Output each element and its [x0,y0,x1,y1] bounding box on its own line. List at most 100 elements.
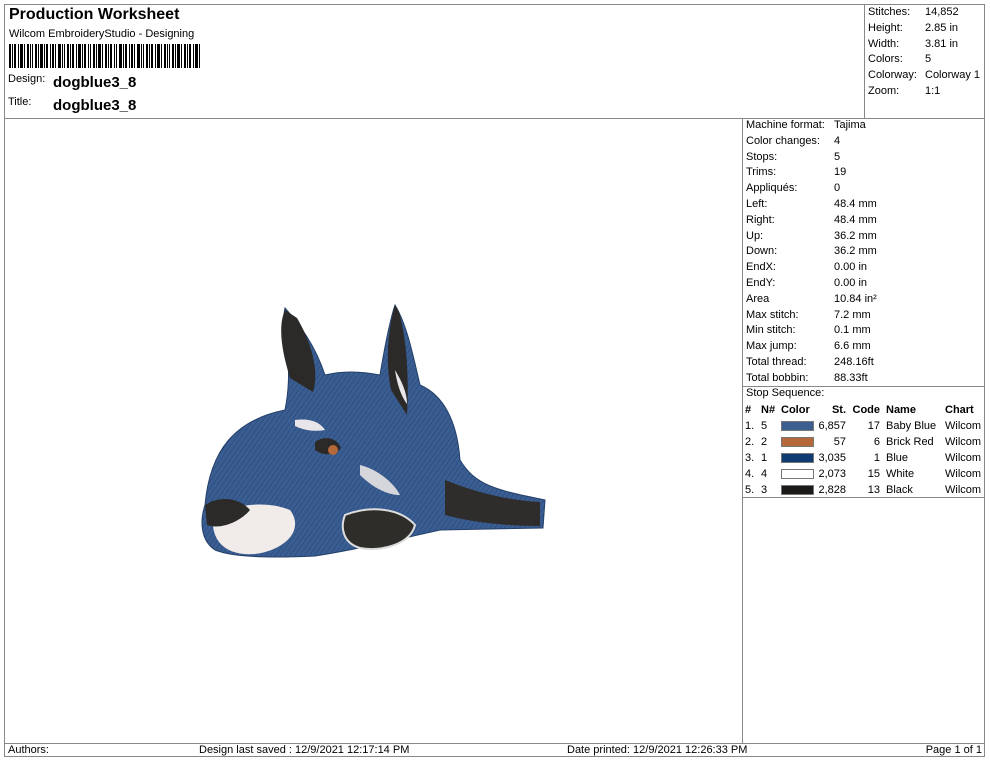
detail-row: Appliqués: 0 [746,181,986,197]
row-chart: Wilcom [945,484,982,496]
detail-value: 4 [834,134,841,147]
detail-key: Left: [746,197,768,210]
color-swatch [781,453,814,463]
row-name: Blue [886,452,909,464]
detail-value: 0 [834,182,841,195]
row-index: 1. [745,420,755,432]
summary-row-width: Width: 3.81 in [868,37,986,53]
detail-key: Total thread: [746,355,807,368]
summary-row-colors: Colors: 5 [868,52,986,68]
col-header-stitches: St. [831,404,846,416]
color-swatch [781,469,814,479]
footer-authors: Authors: [8,744,49,756]
col-header-needle: N# [761,404,776,416]
row-index: 3. [745,452,755,464]
sidebar-divider [742,118,743,744]
row-name: White [886,468,915,480]
detail-row: EndX: 0.00 in [746,260,986,276]
row-needle: 3 [761,484,768,496]
summary-row-zoom: Zoom: 1:1 [868,84,986,100]
detail-value: 48.4 mm [834,197,877,210]
color-swatch [781,437,814,447]
row-code: 6 [873,436,880,448]
page-title: Production Worksheet [9,6,180,23]
design-label: Design: [8,73,46,85]
row-chart: Wilcom [945,420,982,432]
detail-key: Appliqués: [746,182,798,195]
detail-key: EndX: [746,261,776,274]
summary-key: Colors: [868,53,903,66]
summary-value: 2.85 in [925,21,959,34]
details-stats: Machine format: Tajima Color changes: 4 St… [746,118,986,387]
detail-key: Right: [746,213,775,226]
col-header-name: Name [886,404,916,416]
row-code: 1 [873,452,880,464]
detail-row: Trims: 19 [746,165,986,181]
detail-key: Min stitch: [746,324,796,337]
row-stitches: 2,073 [818,468,846,480]
color-swatch [781,485,814,495]
detail-key: Stops: [746,150,778,163]
row-needle: 4 [761,468,768,480]
row-stitches: 2,828 [818,484,846,496]
detail-value: 0.00 in [834,276,868,289]
stop-sequence-header: # N# Color St. Code Name Chart [745,402,985,418]
design-value: dogblue3_8 [53,74,137,91]
row-chart: Wilcom [945,468,982,480]
summary-value: 14,852 [925,6,959,18]
summary-key: Stitches: [868,6,911,18]
title-value: dogblue3_8 [53,97,137,114]
detail-value: 88.33ft [834,371,868,384]
detail-row: EndY: 0.00 in [746,276,986,292]
detail-value: 7.2 mm [834,308,871,321]
stop-sequence-label: Stop Sequence: [746,387,825,399]
row-code: 17 [867,420,880,432]
detail-row: Right: 48.4 mm [746,213,986,229]
summary-key: Colorway: [868,69,917,82]
row-chart: Wilcom [945,452,982,464]
summary-row-height: Height: 2.85 in [868,21,986,37]
barcode-icon [9,44,200,68]
detail-key: Max stitch: [746,308,799,321]
col-header-code: Code [852,404,881,416]
detail-key: Color changes: [746,134,820,147]
detail-key: Machine format: [746,119,825,131]
row-name: Black [886,484,913,496]
row-needle: 5 [761,420,768,432]
row-stitches: 6,857 [818,420,846,432]
footer-saved-date: Design last saved : 12/9/2021 12:17:14 P… [199,744,410,756]
detail-row: Max jump: 6.6 mm [746,339,986,355]
row-stitches: 3,035 [818,452,846,464]
table-row: 5. 3 2,828 13 Black Wilcom [745,482,985,498]
color-swatch [781,421,814,431]
detail-row: Stops: 5 [746,150,986,166]
row-index: 4. [745,468,755,480]
summary-divider [864,4,865,118]
row-index: 2. [745,436,755,448]
detail-row: Total thread: 248.16ft [746,355,986,371]
col-header-color: Color [781,404,810,416]
row-code: 13 [867,484,880,496]
summary-value: 3.81 in [925,37,959,50]
detail-key: Up: [746,229,764,242]
row-chart: Wilcom [945,436,982,448]
row-name: Brick Red [886,436,934,448]
row-name: Baby Blue [886,420,937,432]
detail-value: 5 [834,150,841,163]
detail-key: Down: [746,245,778,258]
detail-row: Down: 36.2 mm [746,244,986,260]
detail-value: 6.6 mm [834,340,871,353]
summary-key: Zoom: [868,84,900,97]
detail-key: Max jump: [746,340,797,353]
row-needle: 2 [761,436,768,448]
row-needle: 1 [761,452,768,464]
table-row: 1. 5 6,857 17 Baby Blue Wilcom [745,418,985,434]
detail-row: Machine format: Tajima [746,118,986,134]
app-subtitle: Wilcom EmbroideryStudio - Designing [9,28,195,40]
summary-value: 1:1 [925,84,941,97]
summary-stats: Stitches: 14,852 Height: 2.85 in Width: 3.8… [868,5,986,100]
detail-value: Tajima [834,119,866,131]
title-label: Title: [8,96,32,108]
detail-row: Min stitch: 0.1 mm [746,323,986,339]
detail-value: 0.00 in [834,261,868,274]
